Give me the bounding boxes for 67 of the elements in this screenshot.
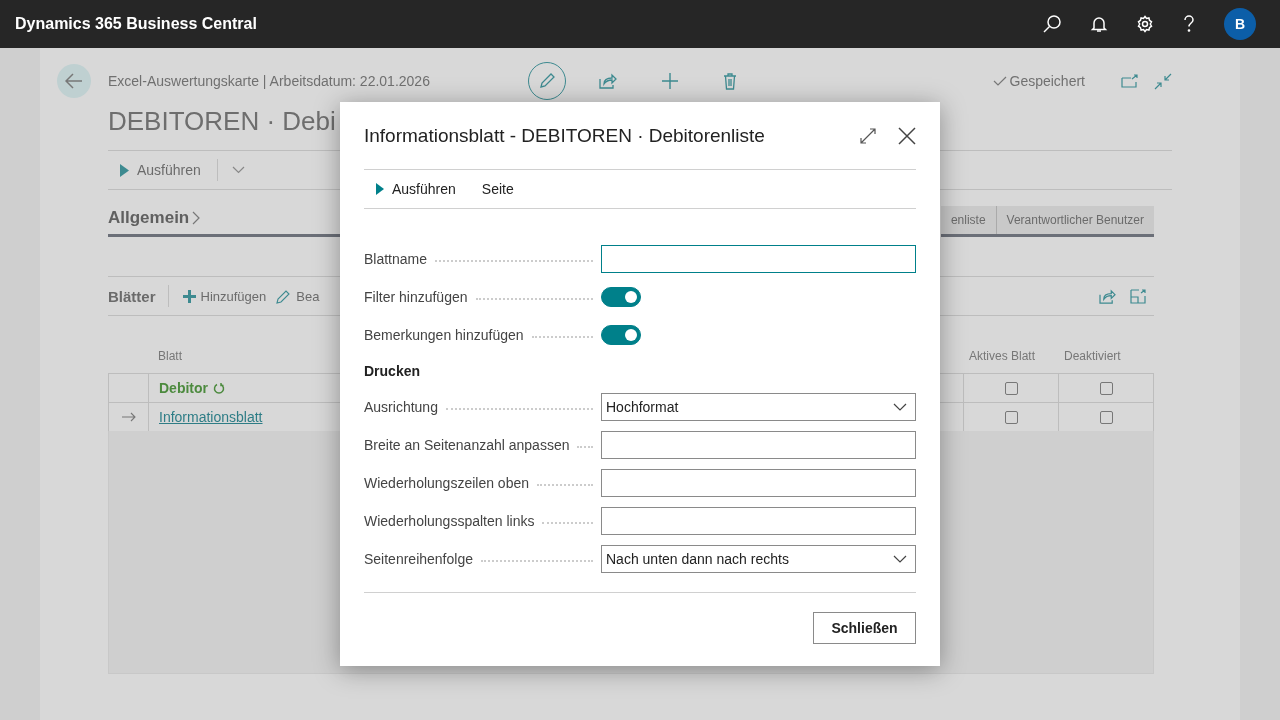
field-label: Wiederholungszeilen oben — [364, 475, 529, 491]
checkbox[interactable] — [1004, 381, 1018, 395]
checkmark-icon — [992, 76, 1007, 86]
run-button[interactable]: Ausführen — [364, 181, 460, 197]
arrow-right-icon — [121, 412, 136, 422]
chevron-right-icon — [192, 211, 201, 225]
settings-icon[interactable] — [1136, 15, 1154, 33]
pencil-icon — [276, 288, 292, 304]
arrow-left-icon — [65, 73, 83, 89]
chevron-down-icon — [893, 555, 907, 563]
text-field[interactable] — [601, 507, 916, 535]
checkbox[interactable] — [1099, 381, 1113, 395]
column-header: Aktives Blatt — [969, 349, 1036, 365]
tab[interactable]: Verantwortlicher Benutzer — [995, 206, 1154, 234]
add-button[interactable]: Hinzufügen — [180, 288, 269, 304]
search-icon[interactable] — [1042, 14, 1062, 34]
column-header: Blatt — [158, 349, 182, 365]
text-field[interactable] — [601, 245, 916, 273]
page-button[interactable]: Seite — [469, 181, 518, 197]
section-title: Blätter — [108, 287, 156, 305]
field-label: Filter hinzufügen — [364, 289, 468, 305]
field-label: Breite an Seitenanzahl anpassen — [364, 437, 570, 453]
dropdown-field[interactable]: Nach unten dann nach rechts — [601, 545, 916, 573]
field-label: Seitenreihenfolge — [364, 551, 473, 567]
column-header: Deaktiviert — [1064, 349, 1121, 365]
collapse-icon[interactable] — [1154, 72, 1172, 90]
play-icon — [376, 183, 384, 195]
refresh-icon[interactable] — [213, 381, 225, 395]
sheet-link[interactable]: Informationsblatt — [159, 409, 263, 425]
field-label: Ausrichtung — [364, 399, 438, 415]
toggle-switch[interactable] — [601, 287, 641, 307]
field-label: Wiederholungsspalten links — [364, 513, 535, 529]
text-field[interactable] — [601, 469, 916, 497]
popout-icon[interactable] — [1121, 74, 1138, 88]
help-icon[interactable] — [1182, 15, 1196, 33]
play-icon — [120, 163, 129, 177]
plus-icon — [182, 289, 196, 303]
dropdown-field[interactable]: Hochformat — [601, 393, 916, 421]
close-button[interactable]: Schließen — [813, 612, 916, 644]
trash-icon[interactable] — [723, 72, 737, 90]
group-heading: Drucken — [364, 362, 422, 381]
popout-icon[interactable] — [1130, 288, 1146, 304]
group-name[interactable]: Debitor — [159, 380, 208, 396]
back-button[interactable] — [57, 64, 91, 98]
dialog-title: Informationsblatt - DEBITOREN · Debitorenliste — [364, 124, 766, 147]
chevron-down-icon — [893, 403, 907, 411]
field-label: Bemerkungen hinzufügen — [364, 327, 524, 343]
field-label: Blattname — [364, 251, 428, 267]
chevron-down-icon[interactable] — [231, 166, 245, 174]
user-avatar[interactable]: B — [1224, 8, 1256, 40]
plus-icon[interactable] — [662, 73, 678, 89]
tab[interactable]: enliste — [940, 206, 996, 234]
close-icon[interactable] — [898, 126, 916, 145]
share-icon[interactable] — [1099, 288, 1116, 304]
app-title[interactable]: Dynamics 365 Business Central — [15, 15, 1042, 33]
expand-icon[interactable] — [860, 127, 876, 144]
saved-status: Gespeichert — [992, 73, 1085, 89]
checkbox[interactable] — [1004, 410, 1018, 424]
share-icon[interactable] — [599, 73, 617, 89]
run-button[interactable]: Ausführen — [118, 162, 203, 178]
bell-icon[interactable] — [1090, 15, 1108, 33]
checkbox[interactable] — [1099, 410, 1113, 424]
pencil-icon — [538, 72, 556, 90]
edit-button[interactable]: Bea — [274, 288, 322, 304]
text-field[interactable] — [601, 431, 916, 459]
toggle-switch[interactable] — [601, 325, 641, 345]
breadcrumb: Excel-Auswertungskarte | Arbeitsdatum: 22.01.2026 — [108, 73, 431, 89]
